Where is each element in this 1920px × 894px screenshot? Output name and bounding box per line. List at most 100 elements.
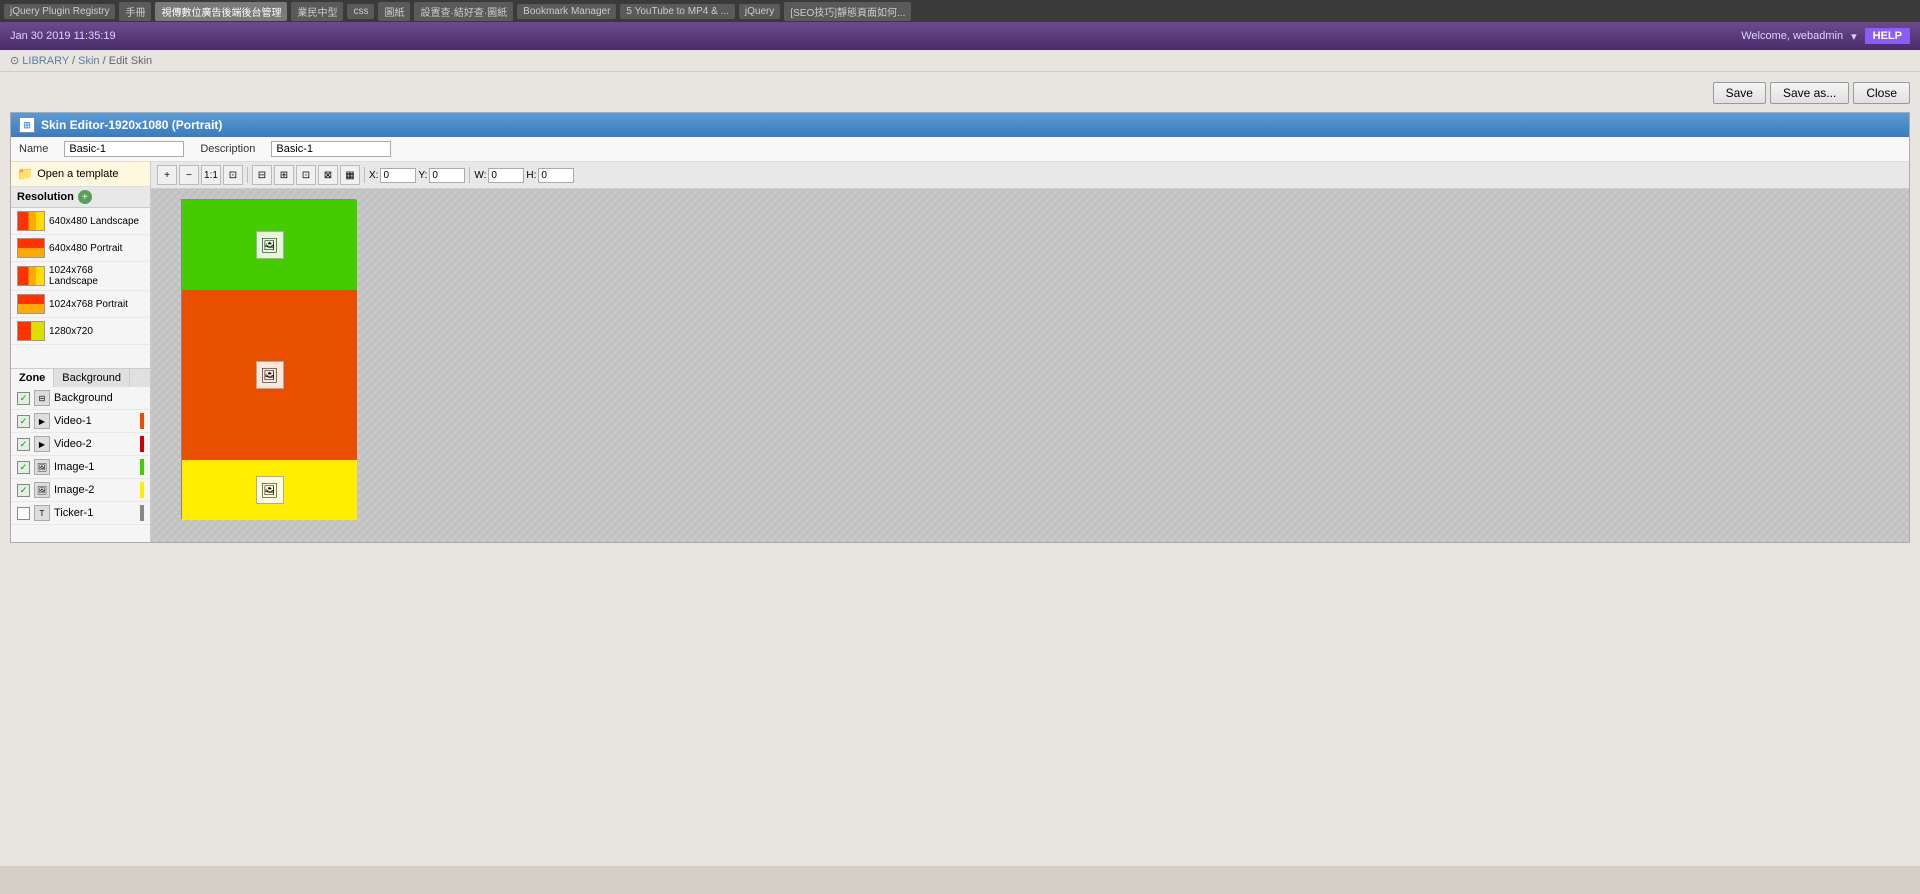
zoom-1to1-button[interactable]: 1:1 <box>201 165 221 185</box>
background-icon: ⊟ <box>34 390 50 406</box>
editor-right: + − 1:1 ⊡ ⊟ ⊞ ⊡ ⊠ ▦ X: Y: <box>151 162 1909 542</box>
w-label: W: <box>474 170 486 181</box>
h-label: H: <box>526 170 536 181</box>
browser-toolbar: jQuery Plugin Registry 手冊 視傳數位廣告後端後台管理 業… <box>0 0 1920 22</box>
zone-checkbox[interactable]: ✓ <box>17 415 30 428</box>
zone-checkbox[interactable]: ✓ <box>17 484 30 497</box>
tab-youtube[interactable]: 5 YouTube to MP4 & ... <box>620 4 734 19</box>
zone-orange[interactable]: 🖼 <box>182 290 357 460</box>
tab-citizen[interactable]: 業民中型 <box>291 2 343 21</box>
x-coord-field: X: <box>369 168 416 183</box>
toolbar-sep1 <box>247 167 248 183</box>
list-item[interactable]: T Ticker-1 <box>11 502 150 525</box>
folder-icon: 📁 <box>17 166 33 182</box>
tab-background[interactable]: Background <box>54 369 130 387</box>
tab-jquery-plugin[interactable]: jQuery Plugin Registry <box>4 4 115 19</box>
main-content: Save Save as... Close ⊞ Skin Editor-1920… <box>0 72 1920 866</box>
list-item[interactable]: 640x480 Landscape <box>11 208 150 235</box>
align-center-button[interactable]: ⊞ <box>274 165 294 185</box>
list-item[interactable]: ✓ ▶ Video-1 <box>11 410 150 433</box>
tab-manual[interactable]: 手冊 <box>119 2 151 21</box>
tab-blueprint[interactable]: 圖紙 <box>378 2 410 21</box>
list-item[interactable]: ✓ ▶ Video-2 <box>11 433 150 456</box>
close-button[interactable]: Close <box>1853 82 1910 104</box>
zone-color-bar <box>140 413 144 429</box>
skin-editor-icon: ⊞ <box>19 117 35 133</box>
align-right-button[interactable]: ⊡ <box>296 165 316 185</box>
zone-checkbox[interactable]: ✓ <box>17 392 30 405</box>
breadcrumb: ⊙ LIBRARY / Skin / Edit Skin <box>0 50 1920 72</box>
zone-color-bar <box>140 482 144 498</box>
zone-checkbox[interactable]: ✓ <box>17 438 30 451</box>
tab-cms[interactable]: 視傳數位廣告後端後台管理 <box>155 2 287 21</box>
breadcrumb-current: Edit Skin <box>109 55 152 67</box>
breadcrumb-skin[interactable]: Skin <box>78 55 99 67</box>
zoom-out-button[interactable]: − <box>179 165 199 185</box>
description-input[interactable] <box>271 141 391 157</box>
list-item[interactable]: 1024x768 Portrait <box>11 291 150 318</box>
y-input[interactable] <box>429 168 465 183</box>
list-item[interactable]: ✓ ⊟ Background <box>11 387 150 410</box>
res-thumb <box>17 266 45 286</box>
zone-section: Zone Background ✓ ⊟ Background ✓ ▶ Video <box>11 368 150 525</box>
save-as-button[interactable]: Save as... <box>1770 82 1849 104</box>
zone-color-bar <box>140 505 144 521</box>
zone-color-bar <box>140 436 144 452</box>
skin-editor-title-text: Skin Editor-1920x1080 (Portrait) <box>41 118 222 132</box>
tab-bookmark[interactable]: Bookmark Manager <box>517 4 616 19</box>
h-input[interactable] <box>538 168 574 183</box>
list-item[interactable]: ✓ 🖼 Image-2 <box>11 479 150 502</box>
res-label: 640x480 Landscape <box>49 216 139 227</box>
align-top-button[interactable]: ⊠ <box>318 165 338 185</box>
x-input[interactable] <box>380 168 416 183</box>
image-icon: 🖼 <box>34 459 50 475</box>
video-icon: ▶ <box>34 436 50 452</box>
description-label: Description <box>200 143 255 155</box>
align-left-button[interactable]: ⊟ <box>252 165 272 185</box>
save-button[interactable]: Save <box>1713 82 1766 104</box>
list-item[interactable]: 1024x768 Landscape <box>11 262 150 291</box>
list-item[interactable]: 640x480 Portrait <box>11 235 150 262</box>
zone-name: Image-2 <box>54 484 94 496</box>
zone-yellow[interactable]: 🖼 <box>182 460 357 520</box>
canvas-area[interactable]: 🖼 🖼 🖼 <box>151 189 1909 542</box>
list-item[interactable]: ✓ 🖼 Image-1 <box>11 456 150 479</box>
res-label: 1024x768 Landscape <box>49 265 144 287</box>
y-label: Y: <box>418 170 427 181</box>
add-resolution-button[interactable]: + <box>78 190 92 204</box>
h-coord-field: H: <box>526 168 574 183</box>
open-template-button[interactable]: 📁 Open a template <box>11 162 150 187</box>
list-item[interactable]: 1280x720 <box>11 318 150 345</box>
skin-editor: ⊞ Skin Editor-1920x1080 (Portrait) Name … <box>10 112 1910 543</box>
chevron-down-icon[interactable]: ▾ <box>1851 30 1857 43</box>
zoom-in-button[interactable]: + <box>157 165 177 185</box>
video-icon: ▶ <box>34 413 50 429</box>
w-input[interactable] <box>488 168 524 183</box>
zone-color-bar <box>140 459 144 475</box>
app-header: Jan 30 2019 11:35:19 Welcome, webadmin ▾… <box>0 22 1920 50</box>
tab-seo[interactable]: [SEO技巧]靜態頁面如何... <box>784 2 911 21</box>
y-coord-field: Y: <box>418 168 465 183</box>
name-input[interactable] <box>64 141 184 157</box>
res-thumb <box>17 321 45 341</box>
tab-css[interactable]: css <box>347 4 374 19</box>
open-template-label: Open a template <box>37 168 118 180</box>
res-thumb <box>17 294 45 314</box>
tab-settings[interactable]: 設置查·結好查·圖紙 <box>414 2 513 21</box>
x-label: X: <box>369 170 378 181</box>
toolbar-sep2 <box>364 167 365 183</box>
zone-green[interactable]: 🖼 <box>182 200 357 290</box>
help-button[interactable]: HELP <box>1865 28 1910 44</box>
zone-checkbox[interactable]: ✓ <box>17 461 30 474</box>
zone-checkbox[interactable] <box>17 507 30 520</box>
zone-name: Background <box>54 392 113 404</box>
breadcrumb-library[interactable]: LIBRARY <box>22 55 69 67</box>
zone-tabs: Zone Background <box>11 369 150 387</box>
tab-zone[interactable]: Zone <box>11 369 54 387</box>
tab-jquery2[interactable]: jQuery <box>739 4 780 19</box>
align-bottom-button[interactable]: ▦ <box>340 165 360 185</box>
res-thumb <box>17 238 45 258</box>
header-datetime: Jan 30 2019 11:35:19 <box>10 30 116 42</box>
res-thumb <box>17 211 45 231</box>
fit-button[interactable]: ⊡ <box>223 165 243 185</box>
